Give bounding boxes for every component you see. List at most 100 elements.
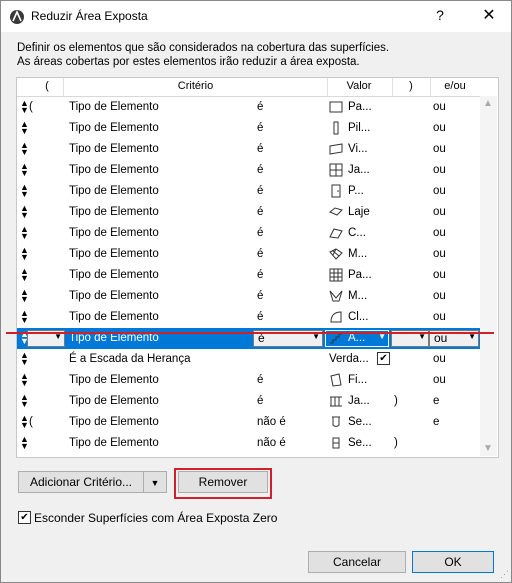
drag-handle-icon[interactable]: ▲ ▼ [20, 393, 29, 409]
condition-label: é [257, 185, 264, 197]
condition-label: é [257, 395, 264, 407]
value-label: Pa... [348, 269, 372, 281]
description: Definir os elementos que são considerado… [17, 41, 389, 69]
drag-handle-icon[interactable]: ▲ ▼ [20, 162, 29, 178]
criterion-label: Tipo de Elemento [69, 395, 159, 407]
drag-handle-icon[interactable]: ▲ ▼ [20, 225, 29, 241]
table-row[interactable]: ▲ ▼ É a Escada da Herança Verda... ✔ ou [17, 349, 480, 370]
and-or-label: ou [433, 143, 446, 155]
criterion-label: Tipo de Elemento [69, 122, 159, 134]
and-or-label: e [433, 416, 440, 428]
drag-handle-icon[interactable]: ▲ ▼ [20, 267, 29, 283]
criterion-label: Tipo de Elemento [69, 206, 159, 218]
table-row[interactable]: ▲ ▼ Tipo de Elemento é M... ou [17, 244, 480, 265]
and-or-label: ou [433, 122, 446, 134]
highlight-box [174, 468, 272, 499]
object-icon [332, 416, 340, 427]
table-row[interactable]: ▲ ▼ Tipo de Elemento é P... ou [17, 181, 480, 202]
table-row[interactable]: ▲ ▼(Tipo de Elemento não é Se... e [17, 412, 480, 433]
drag-handle-icon[interactable]: ▲ ▼ [20, 99, 29, 115]
value-checkbox[interactable]: ✔ [377, 352, 390, 365]
cancel-button[interactable]: Cancelar [308, 551, 406, 573]
condition-label: é [257, 206, 264, 218]
criterion-label: É a Escada da Herança [69, 353, 191, 365]
add-criterion-button[interactable]: Adicionar Critério... [18, 471, 144, 493]
resize-grip-icon[interactable]: ⋰ [500, 569, 509, 580]
value-label: P... [348, 185, 364, 197]
table-row[interactable]: ▲ ▼ Tipo de Elemento é Fi... ou [17, 370, 480, 391]
close-button[interactable]: ✕ [471, 5, 507, 25]
scroll-up-icon[interactable]: ▲ [483, 98, 493, 109]
and-or-label: ou [433, 374, 446, 386]
and-or-label: ou [433, 206, 446, 218]
drag-handle-icon[interactable]: ▲ ▼ [20, 351, 29, 367]
shell-icon [330, 311, 342, 323]
table-row[interactable]: ▲ ▼ Tipo de Elemento é Pa... ou [17, 265, 480, 286]
drag-handle-icon[interactable]: ▲ ▼ [20, 120, 29, 136]
condition-label: é [257, 269, 264, 281]
criterion-label: Tipo de Elemento [69, 101, 159, 113]
header-close-paren: ) [409, 80, 413, 92]
and-or-label: ou [433, 164, 446, 176]
drag-handle-icon[interactable]: ▲ ▼ [20, 435, 29, 451]
skylight-icon [330, 373, 342, 387]
open-paren: ( [29, 416, 33, 428]
criterion-label: Tipo de Elemento [69, 227, 159, 239]
table-row[interactable]: ▲ ▼ Tipo de Elemento é Laje ou [17, 202, 480, 223]
column-icon [333, 121, 339, 135]
table-row[interactable]: ▲ ▼(Tipo de Elemento é Pa... ou [17, 97, 480, 118]
and-or-label: ou [433, 290, 446, 302]
drag-handle-icon[interactable]: ▲ ▼ [20, 372, 29, 388]
window-icon [329, 163, 343, 177]
table-row[interactable]: ▲ ▼ Tipo de Elemento é Cl... ou [17, 307, 480, 328]
table-row[interactable]: ▲ ▼ Tipo de Elemento é M... ou [17, 286, 480, 307]
table-row[interactable]: ▲ ▼ Tipo de Elemento não é Se...) [17, 433, 480, 454]
close-paren: ) [394, 395, 398, 407]
criteria-table[interactable]: ( Critério Valor ) e/ou ▲ ▼(Tipo de Eleme… [16, 77, 499, 458]
wall-icon [329, 101, 343, 113]
ok-button[interactable]: OK [412, 551, 494, 573]
value-label: Pa... [348, 101, 372, 113]
slab-icon [329, 207, 343, 216]
drag-handle-icon[interactable]: ▲ ▼ [20, 309, 29, 325]
table-header: ( Critério Valor ) e/ou [17, 78, 480, 97]
drag-handle-icon[interactable]: ▲ ▼ [20, 183, 29, 199]
drag-handle-icon[interactable]: ▲ ▼ [20, 141, 29, 157]
condition-label: é [257, 143, 264, 155]
door-icon [331, 184, 341, 198]
hide-zero-area-label: Esconder Superfícies com Área Exposta Ze… [34, 511, 278, 525]
drag-handle-icon[interactable]: ▲ ▼ [20, 288, 29, 304]
value-label: M... [348, 290, 368, 302]
criterion-label: Tipo de Elemento [69, 416, 159, 428]
value-label: Laje [348, 206, 370, 218]
drag-handle-icon[interactable]: ▲ ▼ [20, 414, 29, 430]
condition-label: é [257, 122, 264, 134]
value-label: Ja... [348, 395, 370, 407]
table-row[interactable]: ▲ ▼ Tipo de Elemento é Ja... ou [17, 160, 480, 181]
vertical-scrollbar[interactable]: ▲ ▼ [480, 96, 497, 456]
description-line-2: As áreas cobertas por estes elementos ir… [17, 56, 360, 68]
help-button[interactable]: ? [425, 7, 455, 23]
open-paren: ( [29, 101, 33, 113]
add-criterion-dropdown[interactable]: ▼ [143, 471, 167, 493]
criterion-label: Tipo de Elemento [69, 248, 159, 260]
hide-zero-area-checkbox[interactable]: ✔ [18, 511, 31, 524]
roof-icon [329, 228, 343, 239]
condition-label: é [257, 311, 264, 323]
and-or-label: ou [433, 311, 446, 323]
and-or-label: ou [433, 269, 446, 281]
criterion-label: Tipo de Elemento [69, 185, 159, 197]
table-row[interactable]: ▲ ▼ Tipo de Elemento é Ja...) e [17, 391, 480, 412]
value-label: Ja... [348, 164, 370, 176]
criterion-label: Tipo de Elemento [69, 290, 159, 302]
table-row[interactable]: ▲ ▼ Tipo de Elemento é C... ou [17, 223, 480, 244]
curtain-wall-icon [329, 268, 343, 282]
table-row[interactable]: ▲ ▼ Tipo de Elemento é Pil... ou [17, 118, 480, 139]
criterion-label: Tipo de Elemento [69, 374, 159, 386]
table-row[interactable]: ▲ ▼ Tipo de Elemento é Vi... ou [17, 139, 480, 160]
drag-handle-icon[interactable]: ▲ ▼ [20, 246, 29, 262]
drag-handle-icon[interactable]: ▲ ▼ [20, 204, 29, 220]
and-or-label: ou [433, 101, 446, 113]
scroll-down-icon[interactable]: ▼ [483, 443, 493, 454]
condition-label: é [257, 227, 264, 239]
